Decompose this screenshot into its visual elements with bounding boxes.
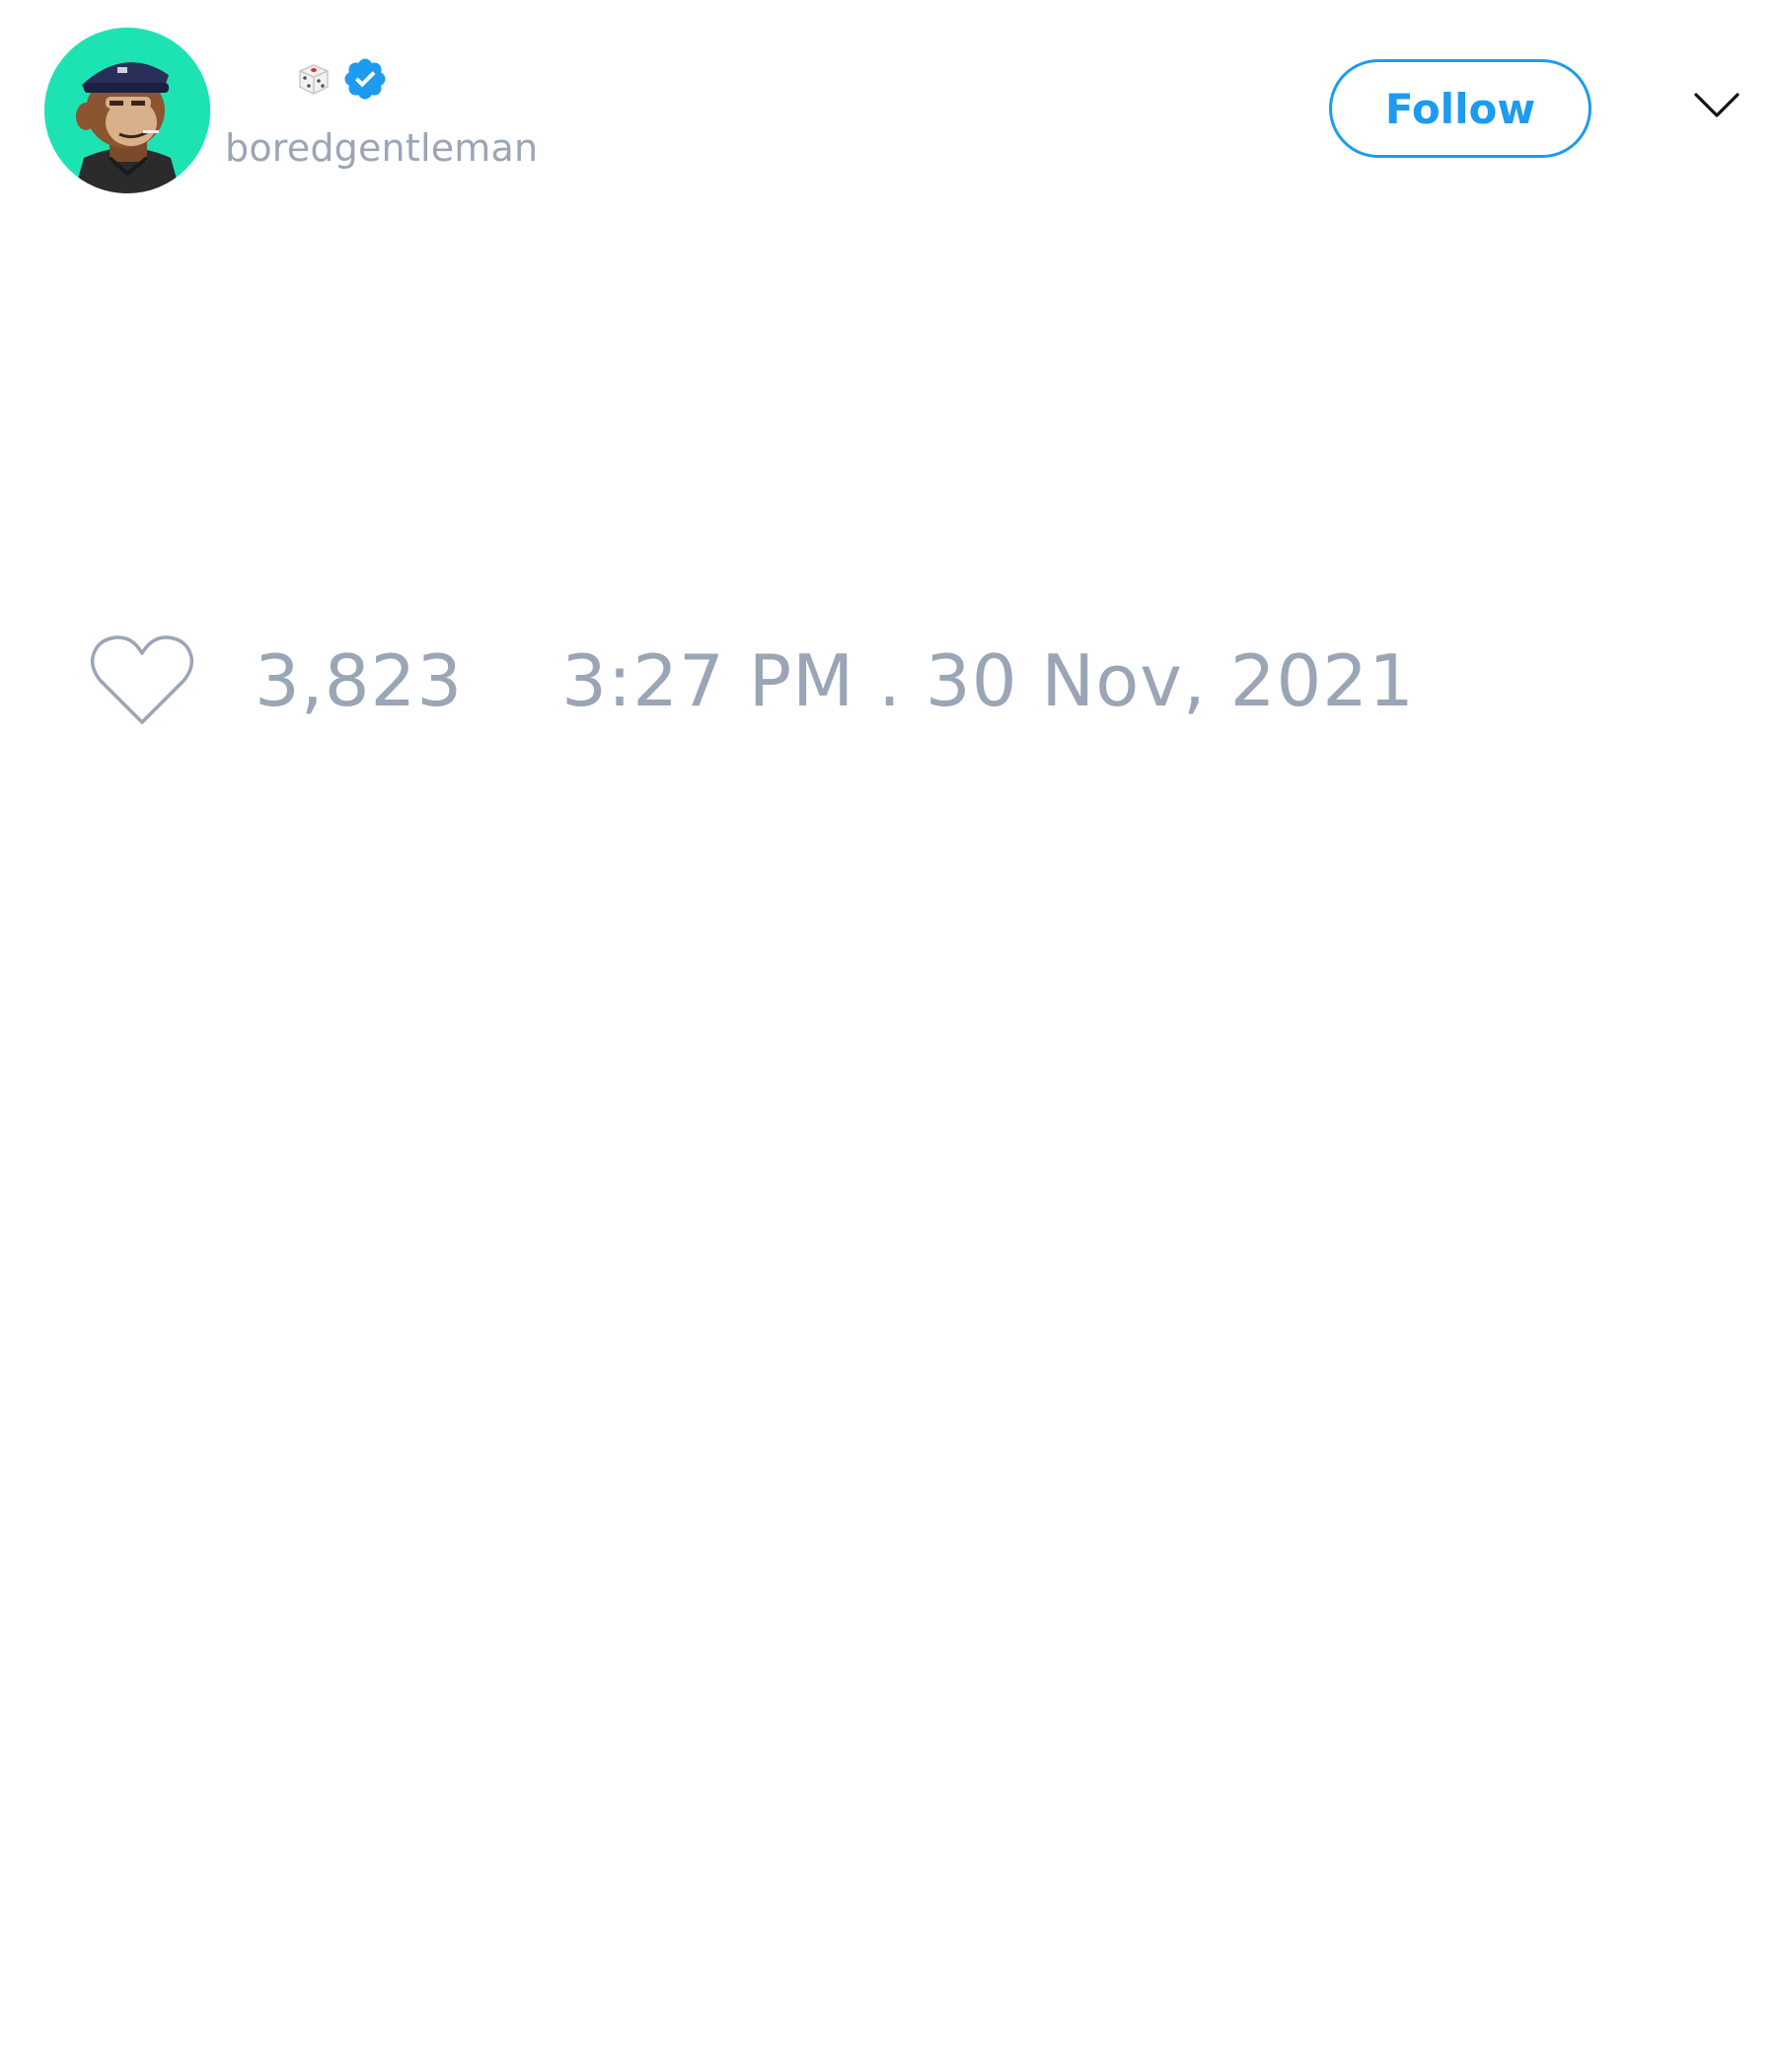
author-avatar[interactable]: [44, 28, 210, 193]
like-count: 3,823: [255, 639, 464, 722]
tweet-actions: 3,823 3:27 PM . 30 Nov, 2021: [89, 631, 1415, 730]
follow-button[interactable]: Follow: [1329, 59, 1591, 158]
heart-outline-icon[interactable]: [89, 631, 195, 730]
bored-ape-avatar-icon: [44, 28, 210, 193]
author-handle[interactable]: boredgentleman: [225, 126, 538, 170]
verified-badge-icon: [341, 55, 389, 103]
author-name-row: [296, 55, 389, 103]
chevron-down-icon[interactable]: [1692, 91, 1741, 120]
tweet-timestamp[interactable]: 3:27 PM . 30 Nov, 2021: [561, 639, 1415, 722]
tweet-card: boredgentleman Follow 3,823 3:27 PM . 30…: [0, 0, 1776, 2072]
dice-icon: [296, 61, 332, 97]
